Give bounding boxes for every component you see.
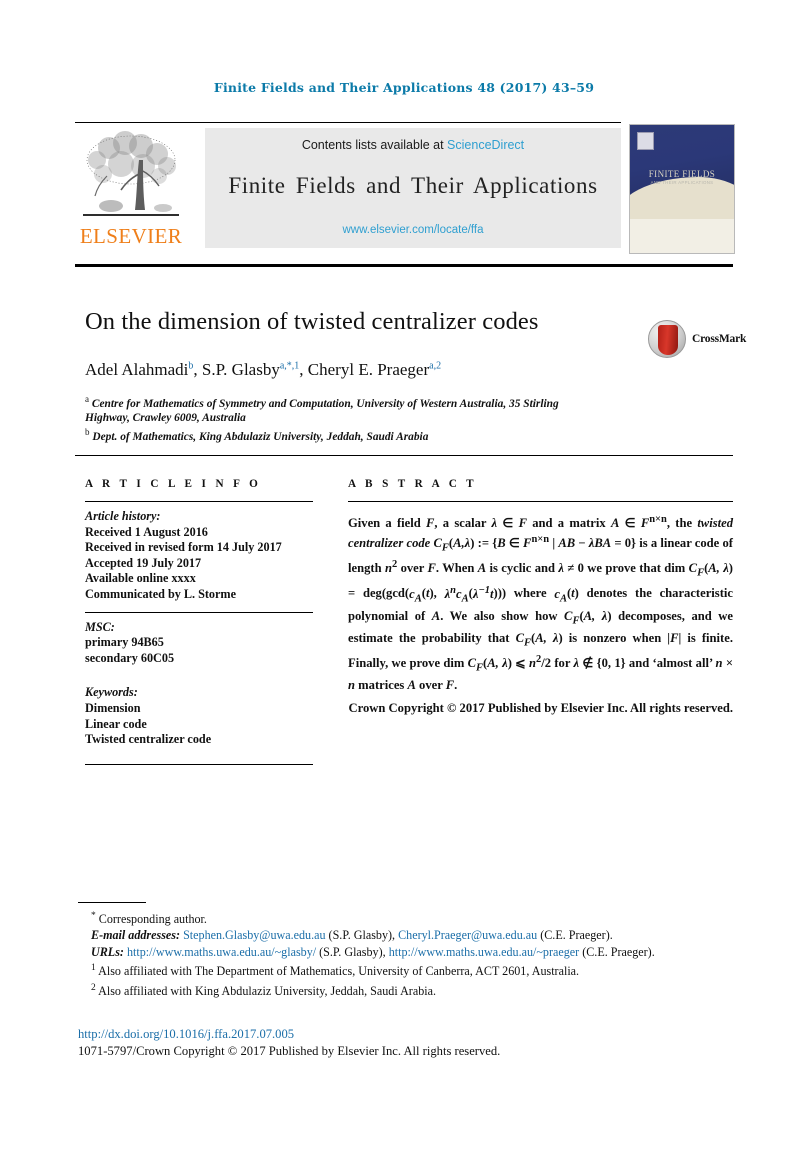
footnote-corresponding: * Corresponding author. <box>78 908 733 927</box>
footnote-urls: URLs: http://www.maths.uwa.edu.au/~glasb… <box>78 944 733 960</box>
history-line-2: Accepted 19 July 2017 <box>85 555 202 570</box>
page-title: On the dimension of twisted centralizer … <box>85 308 539 335</box>
affiliation-mark-a: a <box>85 394 89 404</box>
msc-line-1: secondary 60C05 <box>85 650 175 665</box>
footnote-rule <box>78 902 146 903</box>
cover-badge-icon <box>637 132 654 150</box>
title-block-rule <box>75 455 733 456</box>
running-head: Finite Fields and Their Applications 48 … <box>213 80 595 95</box>
crossmark-icon <box>648 320 686 358</box>
journal-article-page: Finite Fields and Their Applications 48 … <box>0 0 808 1162</box>
masthead-bottom-rule <box>75 264 733 267</box>
abstract-column: A B S T R A C T Given a field F, a scala… <box>348 478 733 716</box>
email-label: E-mail addresses: <box>91 928 181 943</box>
article-info-column: A R T I C L E I N F O Article history: R… <box>85 478 313 765</box>
keywords-title: Keywords: <box>85 685 138 700</box>
msc-line-0: primary 94B65 <box>85 635 164 650</box>
masthead-top-rule <box>75 122 621 123</box>
keyword-1: Linear code <box>85 716 147 731</box>
journal-title: Finite Fields and Their Applications <box>228 173 598 198</box>
keyword-2: Twisted centralizer code <box>85 732 212 747</box>
article-info-rule-mid <box>85 611 313 613</box>
history-line-3: Available online xxxx <box>85 571 196 586</box>
article-info-rule-top <box>85 501 313 502</box>
footnote-note-2-text: Also affiliated with King Abdulaziz Univ… <box>98 983 436 998</box>
article-history-title: Article history: <box>85 509 161 523</box>
page-footer: http://dx.doi.org/10.1016/j.ffa.2017.07.… <box>78 1026 733 1060</box>
keyword-0: Dimension <box>85 700 141 715</box>
affiliation-text-b: Dept. of Mathematics, King Abdulaziz Uni… <box>92 431 429 443</box>
footnote-emails: E-mail addresses: Stephen.Glasby@uwa.edu… <box>78 927 733 943</box>
abstract-body: Given a field F, a scalar λ ∈ F and a ma… <box>348 514 733 693</box>
sciencedirect-link[interactable]: ScienceDirect <box>447 138 524 152</box>
affiliation-mark-b: b <box>85 427 90 438</box>
elsevier-tree-icon <box>77 130 185 225</box>
urls-label: URLs: <box>91 944 124 959</box>
contents-list-line: Contents lists available at ScienceDirec… <box>205 138 621 152</box>
sciencedirect-band: Contents lists available at ScienceDirec… <box>205 128 621 248</box>
url-values[interactable]: http://www.maths.uwa.edu.au/~glasby/ (S.… <box>127 945 655 959</box>
issn-copyright-line: 1071-5797/Crown Copyright © 2017 Publish… <box>78 1044 501 1058</box>
cover-bottom-panel <box>630 219 734 253</box>
footnote-note-2: 2 Also affiliated with King Abdulaziz Un… <box>78 980 733 999</box>
history-line-0: Received 1 August 2016 <box>85 524 208 539</box>
affiliation-b: b Dept. of Mathematics, King Abdulaziz U… <box>85 425 605 444</box>
affiliation-a: a Centre for Mathematics of Symmetry and… <box>85 392 605 425</box>
article-history-group: Article history: Received 1 August 2016 … <box>85 509 313 603</box>
crossmark-inner-shape <box>658 325 678 355</box>
email-values[interactable]: Stephen.Glasby@uwa.edu.au (S.P. Glasby),… <box>183 928 613 942</box>
article-info-rule-bottom <box>85 763 313 765</box>
elsevier-logo: ELSEVIER <box>75 128 187 252</box>
history-line-4: Communicated by L. Storme <box>85 586 236 601</box>
affiliations: a Centre for Mathematics of Symmetry and… <box>85 392 605 444</box>
footnote-note-1-text: Also affiliated with The Department of M… <box>98 964 580 979</box>
crossmark-badge[interactable]: CrossMark <box>648 320 746 360</box>
doi-link[interactable]: http://dx.doi.org/10.1016/j.ffa.2017.07.… <box>78 1026 733 1043</box>
contents-prefix: Contents lists available at <box>301 138 448 152</box>
footnote-corresponding-text: Corresponding author. <box>98 912 207 927</box>
cover-title: FINITE FIELDS <box>648 169 716 179</box>
abstract-heading: A B S T R A C T <box>348 478 478 490</box>
footnotes: * Corresponding author. E-mail addresses… <box>78 908 733 999</box>
elsevier-wordmark: ELSEVIER <box>79 224 183 248</box>
cover-subtitle: AND THEIR APPLICATIONS <box>650 180 714 185</box>
history-line-1: Received in revised form 14 July 2017 <box>85 540 282 555</box>
masthead: ELSEVIER Contents lists available at Sci… <box>75 122 735 254</box>
journal-homepage-link[interactable]: www.elsevier.com/locate/ffa <box>205 224 621 236</box>
footnote-mark-1: 1 <box>91 963 96 974</box>
footnote-mark-2: 2 <box>91 982 96 993</box>
footnote-mark-star: * <box>91 911 96 921</box>
abstract-rule-top <box>348 501 733 502</box>
crossmark-label: CrossMark <box>692 333 747 345</box>
abstract-copyright: Crown Copyright © 2017 Published by Else… <box>348 700 733 715</box>
keywords-group: Keywords: Dimension Linear code Twisted … <box>85 685 313 747</box>
affiliation-text-a: Centre for Mathematics of Symmetry and C… <box>85 397 559 424</box>
article-info-heading: A R T I C L E I N F O <box>85 478 262 490</box>
author-list: Adel Alahmadib, S.P. Glasbya,*,1, Cheryl… <box>85 360 442 379</box>
msc-title: MSC: <box>85 619 115 634</box>
journal-cover-thumbnail: M FINITE FIELDS AND THEIR APPLICATIONS <box>629 124 735 254</box>
footnote-note-1: 1 Also affiliated with The Department of… <box>78 960 733 979</box>
msc-group: MSC: primary 94B65 secondary 60C05 <box>85 620 313 667</box>
